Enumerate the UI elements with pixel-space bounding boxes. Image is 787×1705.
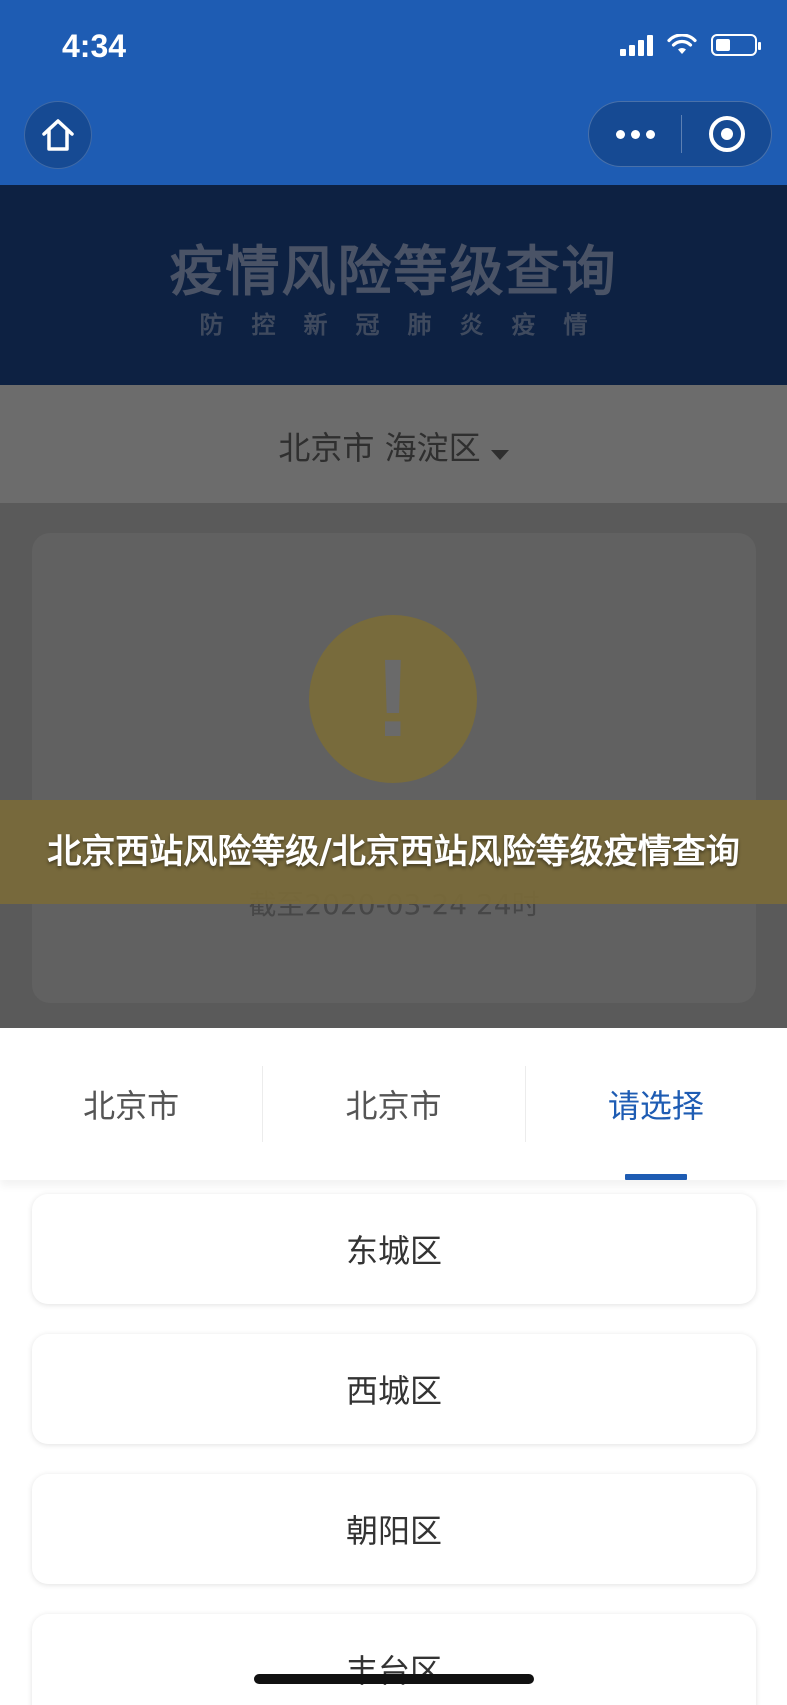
region-selector-label: 北京市 海淀区 — [278, 429, 481, 467]
status-time: 4:34 — [62, 28, 127, 64]
list-item-dongcheng[interactable]: 东城区 — [32, 1194, 756, 1304]
banner-subtitle: 防控新冠肺炎疫情 — [199, 311, 616, 339]
tab-district[interactable]: 请选择 — [524, 1028, 787, 1180]
region-selector[interactable]: 北京市 海淀区 — [0, 385, 787, 503]
more-dots-icon[interactable] — [589, 102, 681, 166]
district-list: 东城区 西城区 朝阳区 丰台区 — [32, 1194, 756, 1705]
list-item-xicheng[interactable]: 西城区 — [32, 1334, 756, 1444]
target-icon — [708, 116, 745, 152]
article-title: 北京西站风险等级/北京西站风险等级疫情查询 — [47, 832, 740, 872]
close-miniprogram-button[interactable] — [682, 102, 771, 166]
caret-down-icon — [490, 449, 509, 460]
banner-title: 疫情风险等级查询 — [169, 240, 618, 303]
status-icons — [620, 34, 761, 56]
list-item-fengtai[interactable]: 丰台区 — [32, 1614, 756, 1705]
picker-tabs: 北京市 北京市 请选择 — [0, 1028, 787, 1180]
region-picker-sheet: 北京市 北京市 请选择 东城区 西城区 朝阳区 丰台区 — [0, 1028, 787, 1705]
signal-icon — [620, 34, 653, 56]
risk-card: ! 截至2020-03-24 24时 — [32, 533, 756, 1003]
tab-province[interactable]: 北京市 — [0, 1028, 262, 1180]
miniprogram-capsule — [588, 101, 772, 167]
wifi-icon — [667, 34, 697, 54]
home-icon — [42, 119, 74, 151]
warning-badge: ! — [309, 615, 477, 783]
top-bar: 4:34 — [0, 0, 787, 185]
article-title-overlay: 北京西站风险等级/北京西站风险等级疫情查询 — [0, 800, 787, 904]
tab-city[interactable]: 北京市 — [262, 1028, 524, 1180]
home-indicator[interactable] — [254, 1674, 534, 1684]
exclamation-icon: ! — [374, 637, 412, 760]
home-button[interactable] — [24, 101, 92, 169]
header-banner: 疫情风险等级查询 防控新冠肺炎疫情 — [0, 185, 787, 385]
battery-icon — [711, 34, 761, 56]
list-item-chaoyang[interactable]: 朝阳区 — [32, 1474, 756, 1584]
